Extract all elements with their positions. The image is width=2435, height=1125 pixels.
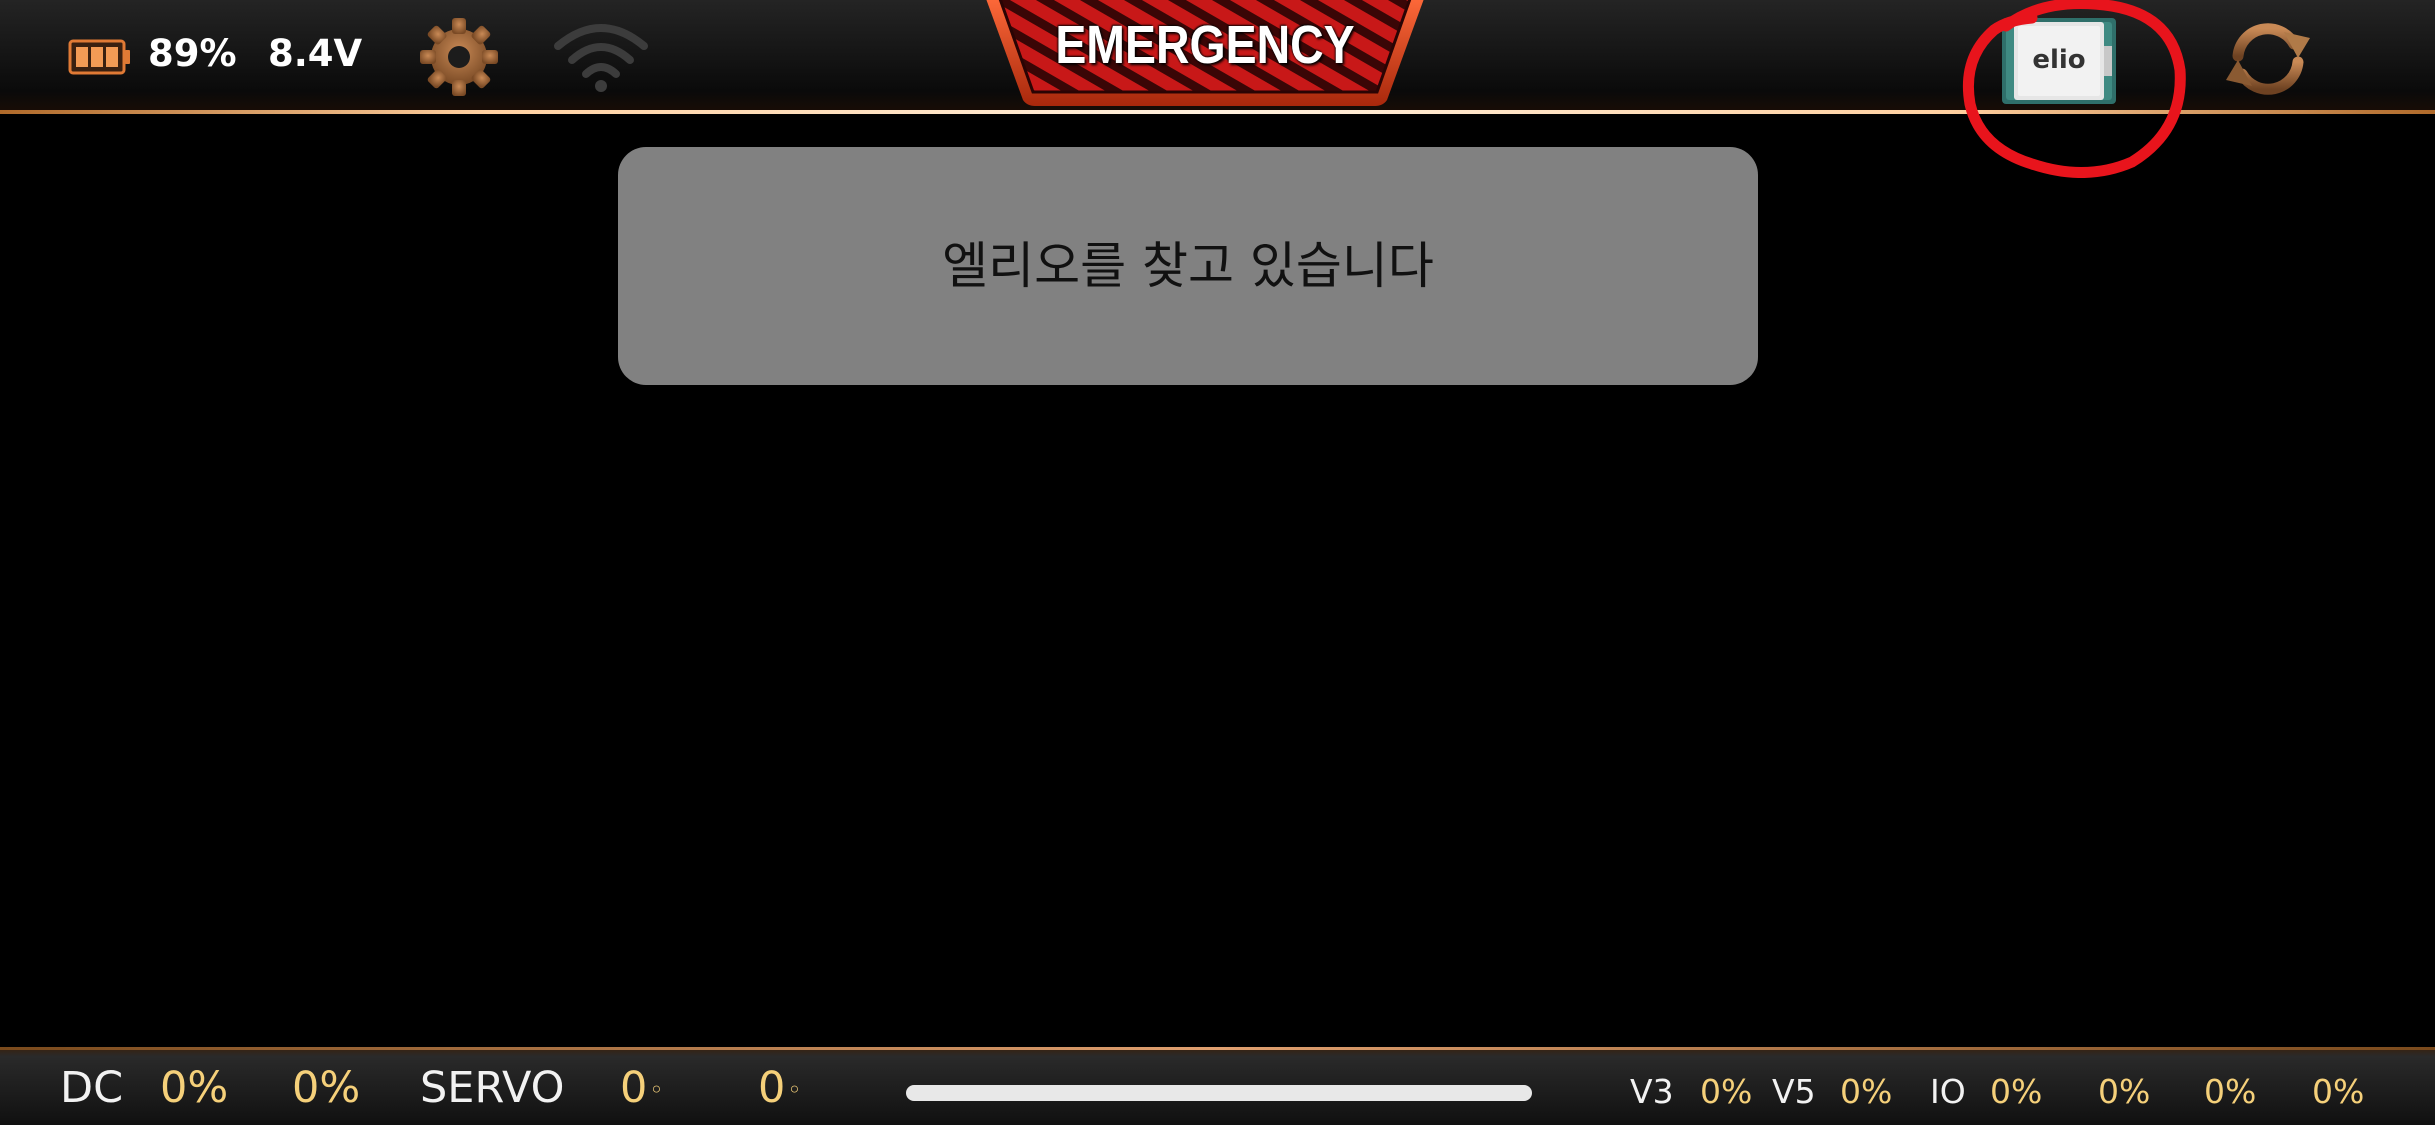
dc-value-2: 0% bbox=[292, 1063, 361, 1113]
v3-value: 0% bbox=[1700, 1072, 1753, 1111]
v3-label: V3 bbox=[1630, 1072, 1674, 1111]
app-screen: 89% 8.4V EMERGENCY elio 엘리오를 찾고 있습니다 DC … bbox=[0, 0, 2435, 1125]
battery-icon bbox=[68, 39, 130, 75]
home-indicator[interactable] bbox=[906, 1085, 1532, 1101]
gear-icon[interactable] bbox=[416, 14, 502, 100]
dc-label: DC bbox=[60, 1063, 124, 1113]
toast-message: 엘리오를 찾고 있습니다 bbox=[942, 237, 1434, 295]
io-value-4: 0% bbox=[2312, 1072, 2365, 1111]
servo-value-2: 0◦ bbox=[758, 1063, 802, 1113]
v5-value: 0% bbox=[1840, 1072, 1893, 1111]
v5-label: V5 bbox=[1772, 1072, 1816, 1111]
servo-value-1: 0◦ bbox=[620, 1063, 664, 1113]
wifi-icon[interactable] bbox=[550, 16, 652, 96]
status-toast: 엘리오를 찾고 있습니다 bbox=[618, 147, 1758, 385]
emergency-label: EMERGENCY bbox=[1055, 15, 1355, 75]
dc-value-1: 0% bbox=[160, 1063, 229, 1113]
battery-percent: 89% bbox=[148, 32, 237, 75]
io-value-1: 0% bbox=[1990, 1072, 2043, 1111]
io-value-3: 0% bbox=[2204, 1072, 2257, 1111]
battery-voltage: 8.4V bbox=[268, 32, 363, 75]
io-value-2: 0% bbox=[2098, 1072, 2151, 1111]
device-label: elio bbox=[2032, 45, 2086, 75]
io-label: IO bbox=[1930, 1072, 1966, 1111]
servo-label: SERVO bbox=[420, 1063, 565, 1113]
refresh-icon[interactable] bbox=[2218, 14, 2318, 104]
